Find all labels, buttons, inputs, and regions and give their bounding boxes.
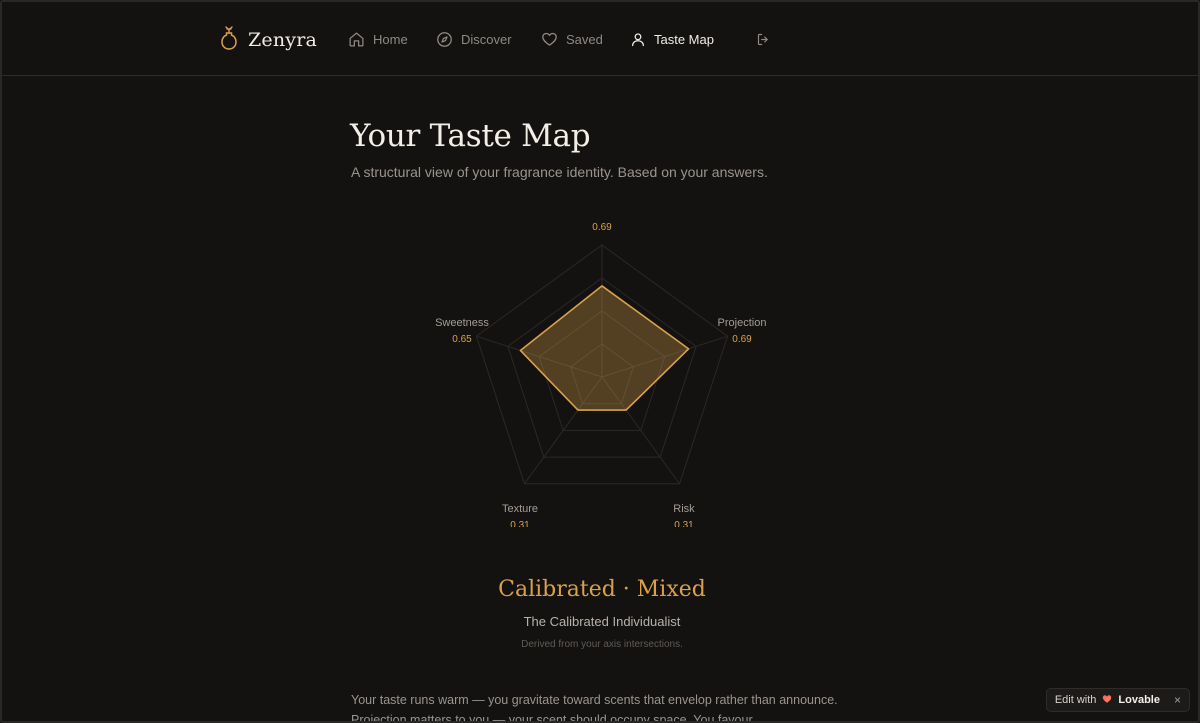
nav-item-label: Saved <box>566 31 603 47</box>
badge-prefix: Edit with <box>1054 694 1097 706</box>
close-badge-button[interactable]: × <box>1174 693 1181 707</box>
nav-item-label: Discover <box>461 31 512 47</box>
lovable-heart-icon <box>1102 694 1112 707</box>
nav-item-label: Home <box>373 31 408 47</box>
radar-axis-label: Risk <box>673 503 695 515</box>
radar-axis-value: 0.31 <box>674 520 694 527</box>
radar-axis-label: Projection <box>718 317 767 329</box>
nav-item-taste-map[interactable]: Taste Map <box>630 29 714 49</box>
radar-axis-value: 0.65 <box>452 334 472 345</box>
compass-icon <box>436 31 453 48</box>
nav-item-label: Taste Map <box>654 31 714 47</box>
app-window: Zenyra Home Discover Saved Taste Map You… <box>0 0 1200 723</box>
page-subtitle: A structural view of your fragrance iden… <box>351 164 768 180</box>
archetype-note: Derived from your axis intersections. <box>521 639 683 650</box>
page-title: Your Taste Map <box>350 118 591 154</box>
brand-name: Zenyra <box>248 29 318 51</box>
brand-logo[interactable]: Zenyra <box>220 25 318 56</box>
heart-icon <box>541 31 558 48</box>
home-icon <box>348 31 365 48</box>
perfume-bottle-icon <box>220 25 238 56</box>
nav-item-home[interactable]: Home <box>348 29 408 49</box>
nav-item-discover[interactable]: Discover <box>436 29 512 49</box>
edit-with-lovable-badge[interactable]: Edit with Lovable × <box>1045 688 1190 712</box>
taste-description: Your taste runs warm — you gravitate tow… <box>351 693 838 723</box>
radar-axis-value: 0.69 <box>592 222 612 233</box>
radar-axis-label: Texture <box>502 503 538 515</box>
nav-item-saved[interactable]: Saved <box>541 29 603 49</box>
logout-icon <box>756 32 771 47</box>
taste-radar-chart: Warmth0.69Projection0.69Risk0.31Texture0… <box>435 222 767 527</box>
radar-axis-value: 0.69 <box>732 334 752 345</box>
radar-axis-label: Sweetness <box>435 317 489 329</box>
radar-axis-value: 0.31 <box>510 520 530 527</box>
archetype-subtitle: The Calibrated Individualist <box>523 614 681 629</box>
top-nav: Zenyra Home Discover Saved Taste Map <box>2 2 1198 76</box>
logout-button[interactable] <box>756 29 771 49</box>
user-icon <box>630 31 646 48</box>
badge-brand: Lovable <box>1118 694 1160 706</box>
archetype-title: Calibrated · Mixed <box>498 577 706 602</box>
radar-data-polygon <box>519 285 690 411</box>
